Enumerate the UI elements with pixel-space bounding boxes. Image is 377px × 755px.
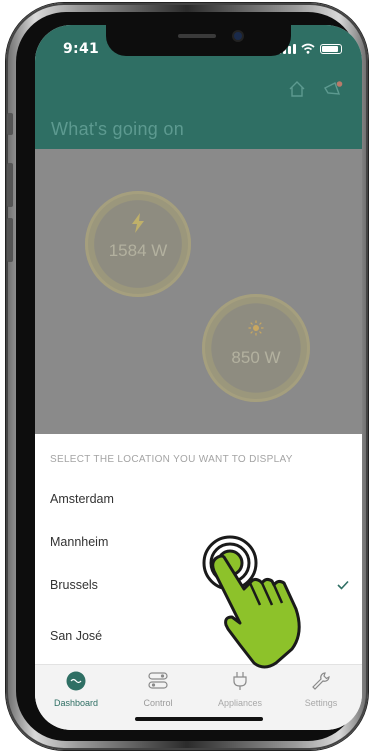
plug-icon: [233, 672, 247, 690]
location-option-brussels[interactable]: Brussels: [50, 578, 98, 592]
sheet-title: SELECT THE LOCATION YOU WANT TO DISPLAY: [50, 454, 293, 465]
tab-dashboard-label: Dashboard: [53, 698, 99, 708]
wifi-icon: [301, 43, 315, 54]
selected-check-icon: [337, 580, 349, 590]
location-option-mannheim[interactable]: Mannheim: [50, 535, 108, 549]
location-picker-sheet: SELECT THE LOCATION YOU WANT TO DISPLAY …: [35, 434, 362, 664]
app-screen: 9:41 What's going on 1584 W 850 W SELECT…: [35, 25, 362, 730]
location-option-amsterdam[interactable]: Amsterdam: [50, 492, 114, 506]
volume-down-button: [7, 218, 13, 262]
earpiece: [178, 34, 216, 38]
consumption-gauge: 1584 W: [85, 191, 191, 297]
battery-icon: [320, 44, 342, 54]
location-option-san-jose[interactable]: San José: [50, 629, 102, 643]
status-time: 9:41: [63, 41, 100, 57]
tab-appliances-label: Appliances: [217, 698, 263, 708]
page-title: What's going on: [51, 119, 185, 139]
lightning-icon: [132, 213, 144, 233]
wave-icon: [66, 671, 86, 691]
sun-icon: [248, 320, 264, 336]
tab-control[interactable]: Control: [118, 671, 198, 708]
toggle-icon: [148, 672, 168, 689]
mute-switch: [7, 113, 13, 135]
tab-appliances[interactable]: Appliances: [200, 671, 280, 708]
front-camera: [234, 32, 242, 40]
wrench-icon: [312, 672, 330, 690]
home-indicator: [135, 717, 263, 721]
consumption-value: 1584 W: [108, 241, 168, 260]
tab-settings-label: Settings: [304, 698, 338, 708]
production-gauge: 850 W: [202, 294, 310, 402]
tab-control-label: Control: [143, 698, 173, 708]
notch: [106, 25, 291, 56]
production-value: 850 W: [231, 348, 281, 367]
speaker-alert-icon[interactable]: [323, 80, 343, 98]
dashboard-overview: 1584 W 850 W: [35, 149, 362, 434]
tap-gesture-icon: [202, 535, 301, 669]
tab-settings[interactable]: Settings: [281, 671, 361, 708]
home-icon[interactable]: [288, 80, 306, 98]
volume-up-button: [7, 163, 13, 207]
tab-dashboard[interactable]: Dashboard: [36, 671, 116, 708]
